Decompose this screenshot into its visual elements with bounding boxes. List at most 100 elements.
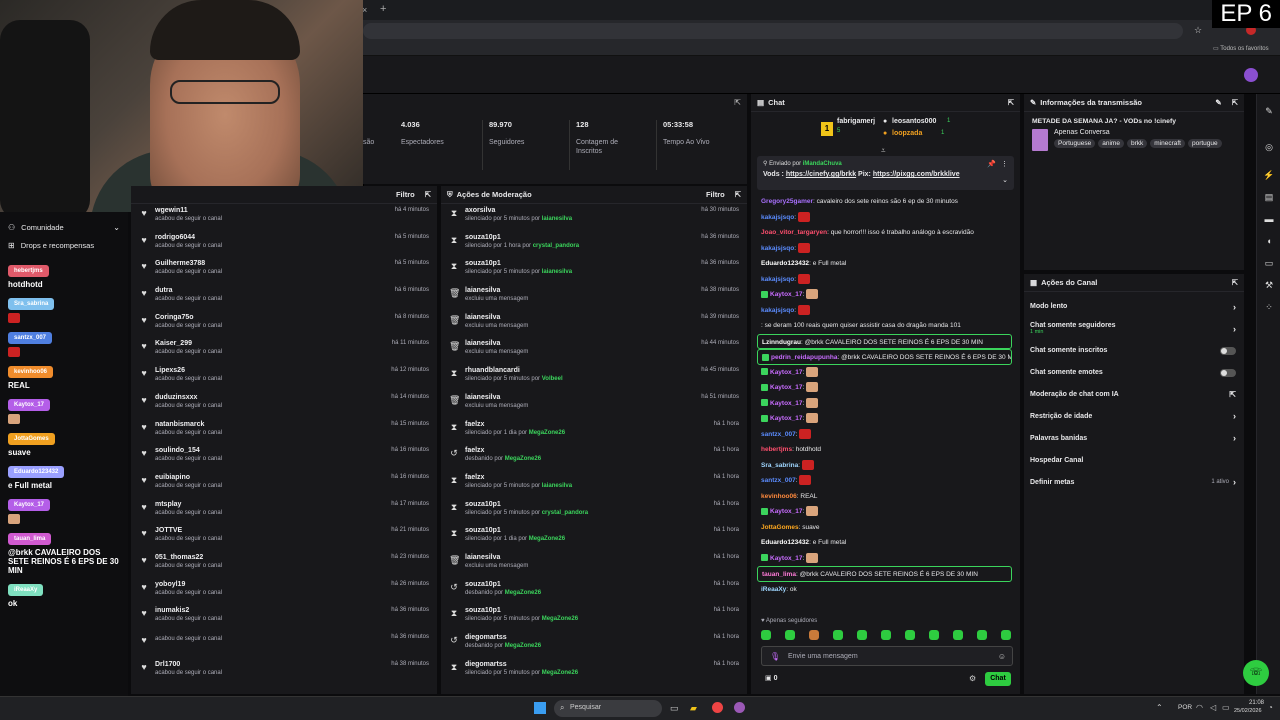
external-link-icon[interactable]: ⇱ [1229,390,1236,399]
stream-tag[interactable]: portugue [1187,139,1222,148]
chat-username[interactable]: kakajsjsqo [761,245,794,252]
edit-icon[interactable]: ✎ [1215,98,1221,107]
chat-message[interactable]: Sra_sabrina: [751,458,1020,474]
broadcast-icon[interactable]: ◎ [1257,136,1280,158]
moderator-name[interactable]: MegaZone26 [542,670,578,676]
moderated-user[interactable]: faelzx [465,474,572,481]
chat-message[interactable]: Kaytox_17: [751,504,1020,520]
chat-username[interactable]: kakajsjsqo [761,276,794,283]
channel-action-row[interactable]: Palavras banidas › [1024,427,1244,449]
tray-chevron-icon[interactable]: ⌃ [1156,703,1163,712]
quick-emote-icon[interactable] [809,630,819,640]
clock-date[interactable]: 25/02/2026 [1234,708,1262,714]
moderator-name[interactable]: laianesilva [542,483,572,489]
chat-message[interactable]: iReaaXy: ok [751,582,1020,598]
lightning-icon[interactable]: ⚡ [1257,164,1280,186]
quick-emote-icon[interactable] [785,630,795,640]
quick-emote-icon[interactable] [977,630,987,640]
all-bookmarks-link[interactable]: ▭ Todos os favoritos [1213,45,1269,52]
moderation-row[interactable]: 🗑 laianesilva excluiu uma mensagem há 51 mi… [441,391,747,418]
channel-action-row[interactable]: Modo lento › [1024,296,1244,318]
follower-name[interactable]: JOTTVE [155,527,222,534]
follower-name[interactable]: duduzinsxxx [155,394,222,401]
quick-emote-icon[interactable] [857,630,867,640]
gifter-name[interactable]: leosantos000 [892,118,936,125]
chevron-right-icon[interactable]: › [1233,477,1236,487]
moderated-user[interactable]: souza10p1 [465,260,572,267]
quick-emote-icon[interactable] [929,630,939,640]
moderator-name[interactable]: crystal_pandora [533,243,579,249]
chat-username[interactable]: kevinhoo06 [761,493,797,500]
moderated-user[interactable]: laianesilva [465,314,528,321]
moderation-row[interactable]: ⧗ souza10p1 silenciado por 5 minutos por c… [441,498,747,525]
chat-username[interactable]: Gregory25gamer [761,198,813,205]
chat-username[interactable]: iReaaXy [761,586,786,593]
chat-input[interactable]: 🎙 Envie uma mensagem ☺ [761,646,1013,666]
popout-icon[interactable]: ⇱ [735,190,741,199]
chevron-right-icon[interactable]: › [1233,324,1236,334]
chat-message[interactable]: kakajsjsqo: [751,210,1020,226]
followers-filter-button[interactable]: Filtro [396,190,415,199]
moderator-name[interactable]: MegaZone26 [529,430,565,436]
chat-username[interactable]: Kaytox_17 [770,400,803,407]
follower-name[interactable]: yoboyl19 [155,581,222,588]
follower-row[interactable]: ♥ inumakis2 acabou de seguir o canal há 36 … [131,604,437,631]
follower-row[interactable]: ♥ acabou de seguir o canal há 36 minutos [131,631,437,658]
task-view-icon[interactable]: ▭ [670,703,679,714]
channel-points[interactable]: ▣ 0 [765,674,777,682]
quick-emote-icon[interactable] [761,630,771,640]
pencil-icon[interactable]: ✎ [1257,100,1280,122]
moderation-row[interactable]: ⧗ souza10p1 silenciado por 5 minutos por M… [441,604,747,631]
follower-row[interactable]: ♥ Lipexs26 acabou de seguir o canal há 12 m… [131,364,437,391]
quick-emote-icon[interactable] [953,630,963,640]
follower-name[interactable]: Lipexs26 [155,367,222,374]
group-icon[interactable]: ⁘ [1257,296,1280,318]
moderation-row[interactable]: ⧗ souza10p1 silenciado por 5 minutos por l… [441,257,747,284]
file-explorer-icon[interactable]: ▰ [690,703,697,714]
moderator-name[interactable]: laianesilva [542,269,572,275]
moderated-user[interactable]: souza10p1 [465,527,565,534]
follower-name[interactable]: Drl1700 [155,661,222,668]
pinned-link[interactable]: https://pixgg.com/brkklive [873,171,960,178]
language-indicator[interactable]: POR [1178,704,1192,711]
chat-message[interactable]: Kaytox_17: [751,396,1020,412]
community-header[interactable]: ⚇ Comunidade ⌄ [0,220,128,234]
moderated-user[interactable]: faelzx [465,421,565,428]
moderator-name[interactable]: laianesilva [542,216,572,222]
moderated-user[interactable]: faelzx [465,447,541,454]
moderation-row[interactable]: ↺ faelzx desbanido por MegaZone26 há 1 hora [441,444,747,471]
moderated-user[interactable]: laianesilva [465,340,528,347]
battery-icon[interactable]: ▭ [1222,703,1230,712]
bookmark-star-icon[interactable]: ☆ [1194,25,1202,36]
audio-icon[interactable]: ◖ [1257,230,1280,252]
chat-message[interactable]: Kaytox_17: [751,380,1020,396]
chat-message[interactable]: Lzinndugrau: @brkk CAVALEIRO DOS SETE RE… [757,333,1012,349]
chevron-down-icon[interactable]: ⌄ [113,223,120,232]
channel-action-row[interactable]: Hospedar Canal [1024,449,1244,471]
chat-message[interactable]: santzx_007: [751,427,1020,443]
more-options-icon[interactable]: ⋮ [1001,160,1008,168]
chat-username[interactable]: Kaytox_17 [770,508,803,515]
moderation-filter-button[interactable]: Filtro [706,190,725,199]
moderation-row[interactable]: 🗑 laianesilva excluiu uma mensagem há 44 mi… [441,337,747,364]
chat-message[interactable]: Kaytox_17: [751,551,1020,567]
follower-name[interactable]: wgewin11 [155,207,222,214]
chat-username[interactable]: tauan_lima [762,571,796,578]
follower-name[interactable]: soulindo_154 [155,447,222,454]
follower-row[interactable]: ♥ soulindo_154 acabou de seguir o canal há … [131,444,437,471]
microphone-icon[interactable]: 🎙 [770,652,780,661]
expand-icon[interactable]: ⩡ [881,146,886,156]
moderation-row[interactable]: ⧗ souza10p1 silenciado por 1 hora por crys… [441,231,747,258]
windows-start-icon[interactable] [534,702,546,714]
taskbar-search[interactable]: ⌕ Pesquisar [554,700,662,717]
chat-message[interactable]: JottaGomes: suave [751,520,1020,536]
follower-row[interactable]: ♥ mtsplay acabou de seguir o canal há 17 mi… [131,498,437,525]
settings-gear-icon[interactable]: ⚙ [969,674,976,683]
follower-row[interactable]: ♥ Guilherme3788 acabou de seguir o canal há… [131,257,437,284]
moderated-user[interactable]: laianesilva [465,394,528,401]
moderation-row[interactable]: 🗑 laianesilva excluiu uma mensagem há 1 hor… [441,551,747,578]
chat-username[interactable]: Joao_vitor_targaryen [761,229,827,236]
pinned-link[interactable]: https://cinefy.gg/brkk [786,171,856,178]
moderation-row[interactable]: ⧗ rhuandblancardi silenciado por 5 minutos… [441,364,747,391]
chat-bubble-icon[interactable]: ▬ [1257,208,1280,230]
